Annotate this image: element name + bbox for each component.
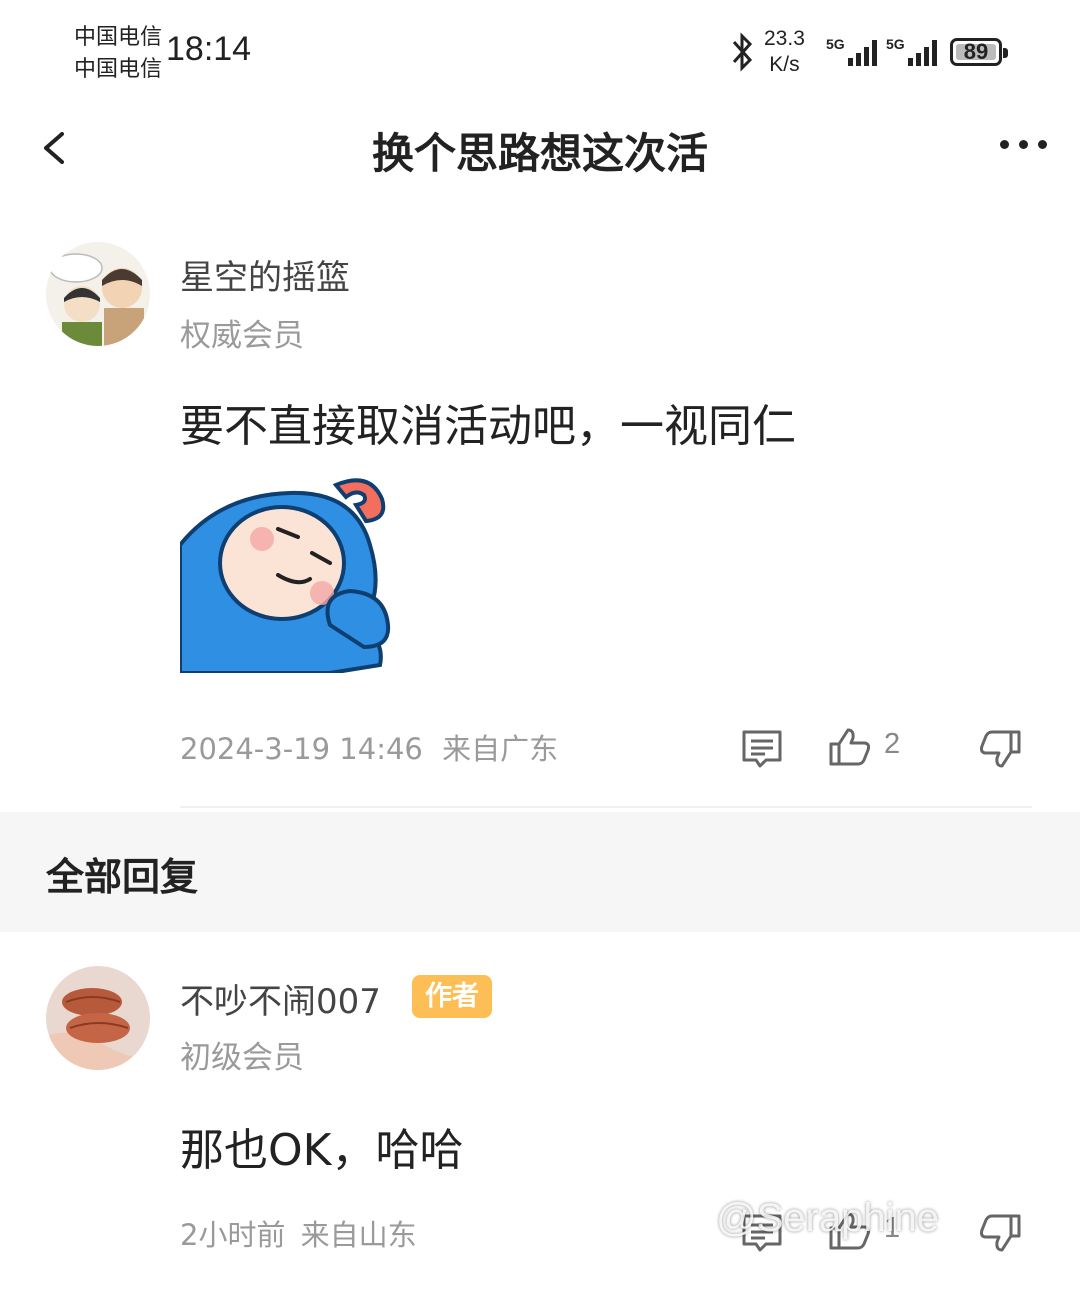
carrier-2: 中国电信 [74, 57, 163, 82]
reply-content: 那也OK，哈哈 [180, 1125, 464, 1176]
top-nav-bar: 换个思路想这次活 [0, 100, 1080, 196]
post-like-count: 2 [884, 728, 901, 760]
dislike-icon[interactable] [978, 1212, 1022, 1254]
dislike-icon[interactable] [978, 728, 1022, 770]
network-speed-value: 23.3 [764, 27, 805, 50]
comment-icon[interactable] [740, 728, 784, 770]
network-speed: 23.3 K/s [764, 26, 805, 78]
more-dot [1000, 140, 1009, 149]
post-divider [180, 806, 1032, 808]
post-timestamp: 2024-3-19 14:46 [180, 732, 423, 766]
network-speed-unit: K/s [769, 53, 800, 76]
like-icon[interactable] [828, 726, 872, 768]
post-meta: 2024-3-19 14:46 来自广东 [180, 726, 558, 768]
watermark: @Seraphine [716, 1196, 939, 1240]
battery-level: 89 [963, 39, 989, 64]
avatar-image [46, 966, 150, 1070]
reply-author-name[interactable]: 不吵不闹007 [180, 974, 381, 1023]
status-time: 18:14 [166, 30, 252, 68]
more-options-button[interactable] [1000, 140, 1047, 149]
avatar-image [46, 242, 150, 346]
post-location: 来自广东 [442, 732, 559, 766]
carrier-1: 中国电信 [74, 25, 163, 50]
reply-meta: 2小时前 来自山东 [180, 1212, 417, 1254]
author-badge: 作者 [412, 975, 492, 1018]
replies-heading: 全部回复 [46, 855, 199, 899]
post-content: 要不直接取消活动吧，一视同仁 [180, 401, 796, 452]
battery-icon: 89 [950, 38, 1008, 66]
post-author-name[interactable]: 星空的摇篮 [180, 250, 350, 299]
carrier-labels: 中国电信 中国电信 [74, 22, 162, 86]
sim2-network-label: 5G [886, 36, 905, 52]
page-title: 换个思路想这次活 [371, 129, 708, 178]
sim1-network-label: 5G [826, 36, 845, 52]
replies-section-header: 全部回复 [0, 812, 1080, 932]
reply-author-level: 初级会员 [180, 1040, 304, 1076]
reply-timestamp: 2小时前 [180, 1218, 286, 1252]
bluetooth-icon [732, 32, 753, 72]
reply-location: 来自山东 [300, 1218, 417, 1252]
sticker-image[interactable] [180, 475, 392, 673]
post-author-avatar[interactable] [46, 242, 150, 346]
post-author-level: 权威会员 [180, 318, 304, 354]
more-dot [1038, 140, 1047, 149]
status-bar: 中国电信 中国电信 18:14 23.3 K/s 5G 5G 89 [0, 0, 1080, 100]
more-dot [1019, 140, 1028, 149]
reply-author-avatar[interactable] [46, 966, 150, 1070]
